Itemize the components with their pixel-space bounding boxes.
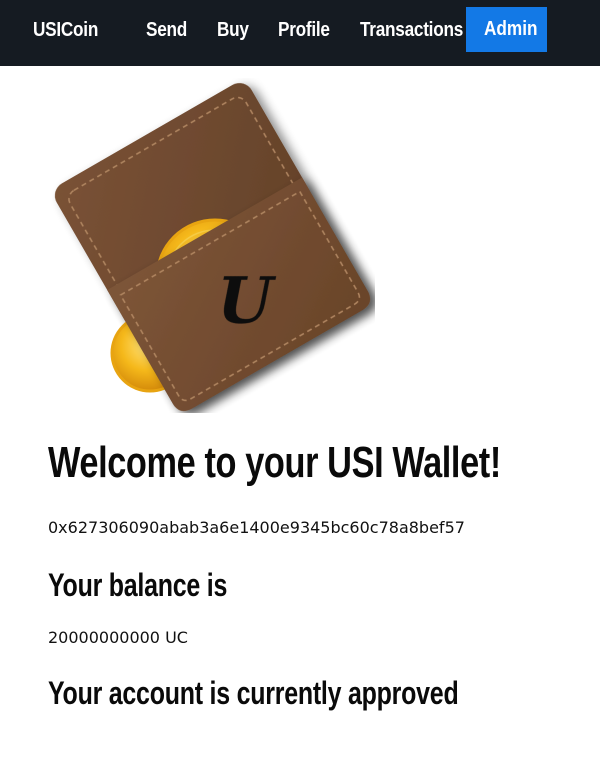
nav-buy-link[interactable]: Buy [217, 0, 249, 66]
wallet-address: 0x627306090abab3a6e1400e9345bc60c78a8bef… [48, 518, 465, 537]
nav-send-link[interactable]: Send [146, 0, 187, 66]
balance-heading: Your balance is [48, 567, 228, 603]
welcome-title: Welcome to your USI Wallet! [48, 438, 501, 487]
top-navbar: USICoin Send Buy Profile Transactions Ad… [0, 0, 600, 66]
wallet-illustration: 1 U [45, 78, 375, 413]
nav-admin-link[interactable]: Admin [466, 7, 547, 52]
balance-value: 20000000000 UC [48, 628, 188, 647]
nav-profile-link[interactable]: Profile [278, 0, 330, 66]
nav-admin-label: Admin [484, 18, 538, 40]
wallet-emblem: U [217, 264, 277, 339]
brand-link[interactable]: USICoin [33, 0, 98, 66]
account-status-heading: Your account is currently approved [48, 675, 459, 711]
nav-transactions-link[interactable]: Transactions [360, 0, 463, 66]
